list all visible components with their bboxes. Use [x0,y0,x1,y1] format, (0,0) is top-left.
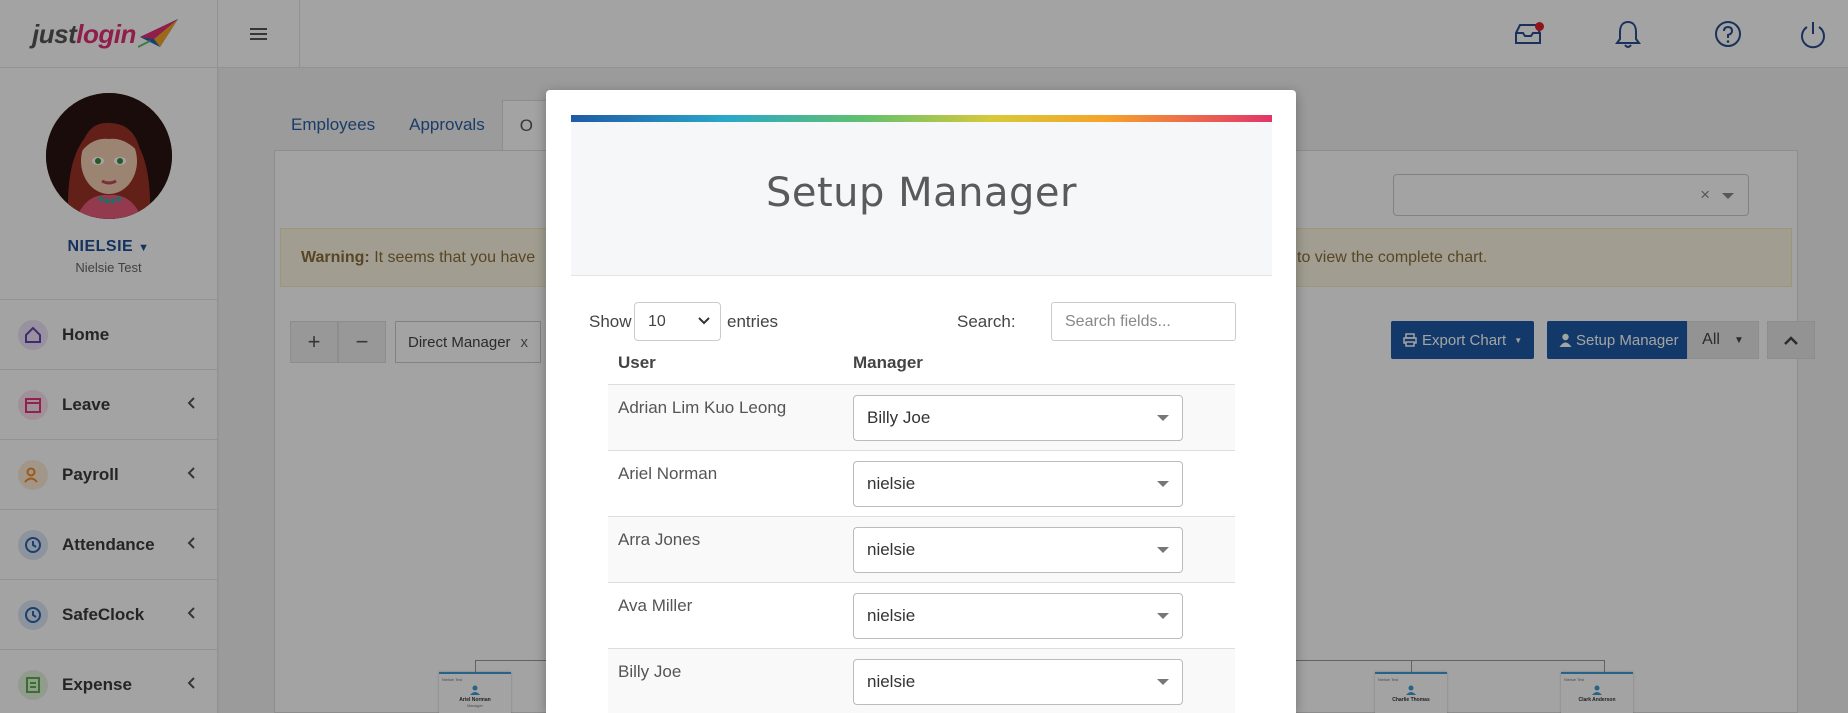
table-row: Ariel Norman nielsie [608,450,1235,517]
search-label: Search: [957,312,1016,331]
user-cell: Ava Miller [608,582,843,649]
entries-label: entries [727,312,779,331]
manager-cell: nielsie [843,648,1235,713]
search-input[interactable] [1051,302,1236,341]
entries-length-value: 10 [648,313,666,330]
user-cell: Adrian Lim Kuo Leong [608,384,843,451]
manager-cell: nielsie [843,582,1235,649]
table-row: Arra Jones nielsie [608,516,1235,583]
show-label: Show [589,312,632,331]
rainbow-bar [571,115,1272,122]
user-cell: Billy Joe [608,648,843,713]
user-cell: Arra Jones [608,516,843,583]
entries-length-select[interactable]: 10 [634,302,721,341]
manager-select-value: nielsie [867,473,916,493]
manager-select[interactable]: nielsie [853,460,1183,507]
table-row: Adrian Lim Kuo Leong Billy Joe [608,384,1235,451]
setup-manager-modal: Setup Manager Show 10 entries Search: Us… [546,90,1296,713]
caret-down-icon [1157,678,1169,685]
caret-down-icon [1157,480,1169,487]
manager-cell: nielsie [843,450,1235,517]
column-header-user[interactable]: User [608,342,843,385]
chevron-down-icon [698,317,710,325]
caret-down-icon [1157,546,1169,553]
manager-select[interactable]: nielsie [853,526,1183,573]
caret-down-icon [1157,414,1169,421]
manager-select-value: nielsie [867,605,916,625]
manager-cell: nielsie [843,516,1235,583]
column-header-manager[interactable]: Manager [843,342,1235,385]
manager-select[interactable]: nielsie [853,592,1183,639]
modal-header: Setup Manager [571,115,1272,276]
manager-select-value: nielsie [867,539,916,559]
table-row: Billy Joe nielsie [608,648,1235,713]
manager-table: User Manager Adrian Lim Kuo Leong Billy … [608,342,1235,713]
manager-cell: Billy Joe [843,384,1235,451]
caret-down-icon [1157,612,1169,619]
table-controls: Show 10 entries Search: [589,302,1237,342]
modal-title: Setup Manager [766,170,1077,216]
table-header-row: User Manager [608,342,1235,385]
table-row: Ava Miller nielsie [608,582,1235,649]
manager-select-value: nielsie [867,671,916,691]
manager-select[interactable]: nielsie [853,658,1183,705]
manager-select-value: Billy Joe [867,407,931,427]
manager-select[interactable]: Billy Joe [853,394,1183,441]
user-cell: Ariel Norman [608,450,843,517]
